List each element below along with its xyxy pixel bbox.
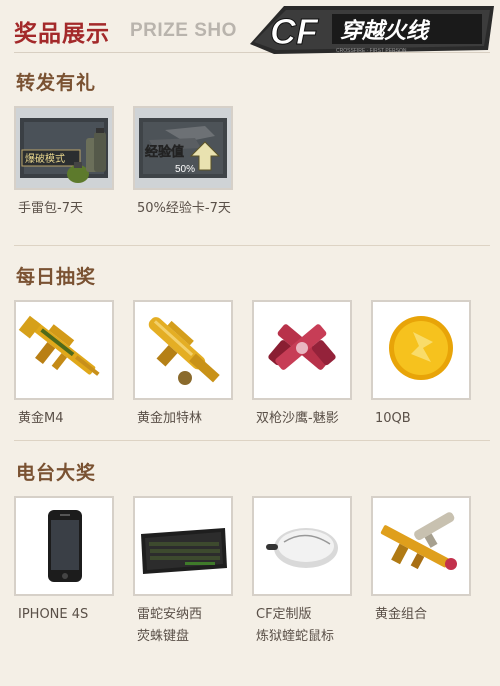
golden-m4-icon	[14, 300, 114, 400]
prize-item-iphone[interactable]: IPHONE 4S	[14, 496, 114, 626]
prize-label: 黄金M4	[18, 411, 64, 426]
section-title-radio: 电台大奖	[16, 462, 97, 484]
prize-label: IPHONE 4S	[18, 607, 89, 622]
svg-text:爆破模式: 爆破模式	[25, 152, 65, 165]
prize-label: CF定制版 炼狱蝰蛇鼠标	[256, 607, 335, 644]
prize-item-golden-m4[interactable]: 黄金M4	[14, 300, 114, 430]
page-title: 奖品展示	[14, 21, 110, 47]
section-divider	[14, 440, 490, 441]
prize-label: 黄金加特林	[137, 411, 203, 426]
qb-coin-icon	[371, 300, 471, 400]
prize-item-golden-set[interactable]: 黄金组合	[371, 496, 471, 626]
prize-item-razer-mouse[interactable]: CF定制版 炼狱蝰蛇鼠标	[252, 496, 352, 648]
prize-label: 雷蛇安纳西 荧蛛键盘	[137, 607, 203, 644]
prize-label: 10QB	[375, 411, 411, 426]
prize-item-exp-card[interactable]: 经验值 50% 50%经验卡-7天	[133, 106, 233, 220]
section-title-share: 转发有礼	[16, 72, 97, 94]
prize-item-grenade-pack[interactable]: 爆破模式 手雷包-7天	[14, 106, 114, 220]
golden-set-icon	[371, 496, 471, 596]
razer-keyboard-icon	[133, 496, 233, 596]
svg-text:50%: 50%	[175, 164, 195, 175]
prize-label: 双枪沙鹰-魅影	[256, 411, 339, 426]
page-title-en: PRIZE SHO	[130, 20, 237, 41]
prize-label: 手雷包-7天	[18, 201, 83, 216]
exp-card-icon: 经验值 50%	[133, 106, 233, 190]
prize-item-dual-desert-eagle[interactable]: 双枪沙鹰-魅影	[252, 300, 352, 430]
page-header: 奖品展示 PRIZE SHO CF 穿越火线 CROSSFIRE · FIRST…	[0, 0, 500, 64]
crossfire-logo: CF 穿越火线 CROSSFIRE · FIRST PERSON	[244, 0, 500, 66]
dual-desert-eagle-icon	[252, 300, 352, 400]
svg-text:经验值: 经验值	[145, 144, 184, 160]
prize-item-razer-keyboard[interactable]: 雷蛇安纳西 荧蛛键盘	[133, 496, 233, 648]
logo-mark: CF	[270, 11, 319, 52]
grenade-pack-icon: 爆破模式	[14, 106, 114, 190]
section-divider	[14, 245, 490, 246]
prize-label: 黄金组合	[375, 607, 428, 622]
razer-mouse-icon	[252, 496, 352, 596]
section-title-daily: 每日抽奖	[16, 266, 97, 288]
prize-item-golden-gatling[interactable]: 黄金加特林	[133, 300, 233, 430]
prize-label: 50%经验卡-7天	[137, 201, 231, 216]
logo-text: 穿越火线	[340, 18, 431, 44]
prize-item-qb-coin[interactable]: 10QB	[371, 300, 471, 430]
iphone-icon	[14, 496, 114, 596]
golden-gatling-icon	[133, 300, 233, 400]
svg-text:CROSSFIRE · FIRST PERSON: CROSSFIRE · FIRST PERSON	[336, 48, 407, 54]
